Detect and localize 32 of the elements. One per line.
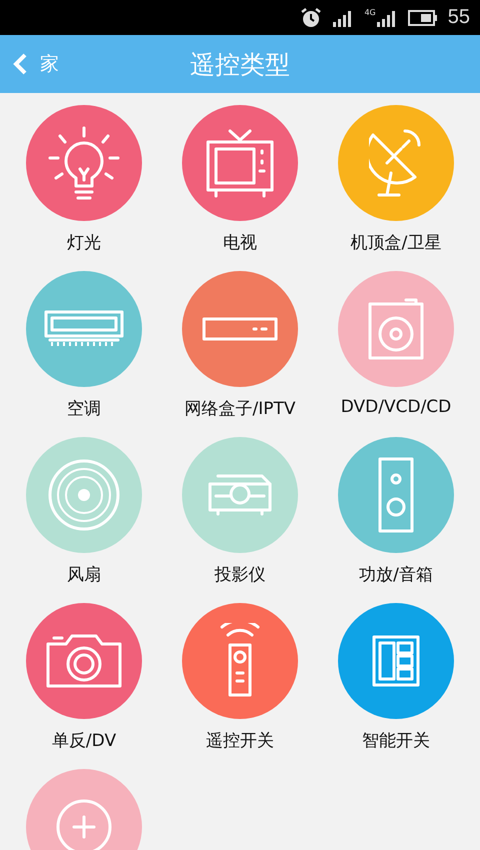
camera-icon <box>44 632 124 690</box>
alarm-icon <box>300 6 322 28</box>
speaker-icon <box>376 455 416 535</box>
back-button[interactable]: 家 <box>0 35 67 93</box>
device-type-label: 网络盒子/IPTV <box>184 398 296 420</box>
bulb-icon <box>46 124 122 202</box>
disc-player-icon <box>366 296 426 362</box>
device-type-label: 电视 <box>223 232 257 254</box>
page-title: 遥控类型 <box>190 48 290 80</box>
satellite-dish-icon <box>369 127 423 199</box>
tv-icon <box>204 127 276 199</box>
plus-icon <box>56 799 112 850</box>
device-type-label: 智能开关 <box>362 730 430 752</box>
device-type-label: 空调 <box>67 398 101 420</box>
device-type-label: 功放/音箱 <box>359 564 433 586</box>
chevron-left-icon <box>12 52 28 76</box>
device-type-label: 机顶盒/卫星 <box>350 232 442 254</box>
device-type-label: 投影仪 <box>214 564 266 586</box>
battery-percentage: 55 <box>448 6 470 29</box>
device-type-label: 风扇 <box>67 564 101 586</box>
switch-panel-icon <box>370 633 422 689</box>
projector-icon <box>206 472 274 518</box>
device-type-label: DVD/VCD/CD <box>340 397 452 417</box>
device-type-label: 灯光 <box>67 232 101 254</box>
network-type: 4G <box>364 8 376 16</box>
signal-icon <box>376 8 398 26</box>
device-type-label: 遥控开关 <box>206 730 274 752</box>
set-top-box-icon <box>200 315 280 343</box>
remote-control-icon <box>218 623 262 699</box>
battery-icon <box>408 10 438 26</box>
device-type-label: 单反/DV <box>52 730 116 752</box>
disc-icon <box>48 459 120 531</box>
